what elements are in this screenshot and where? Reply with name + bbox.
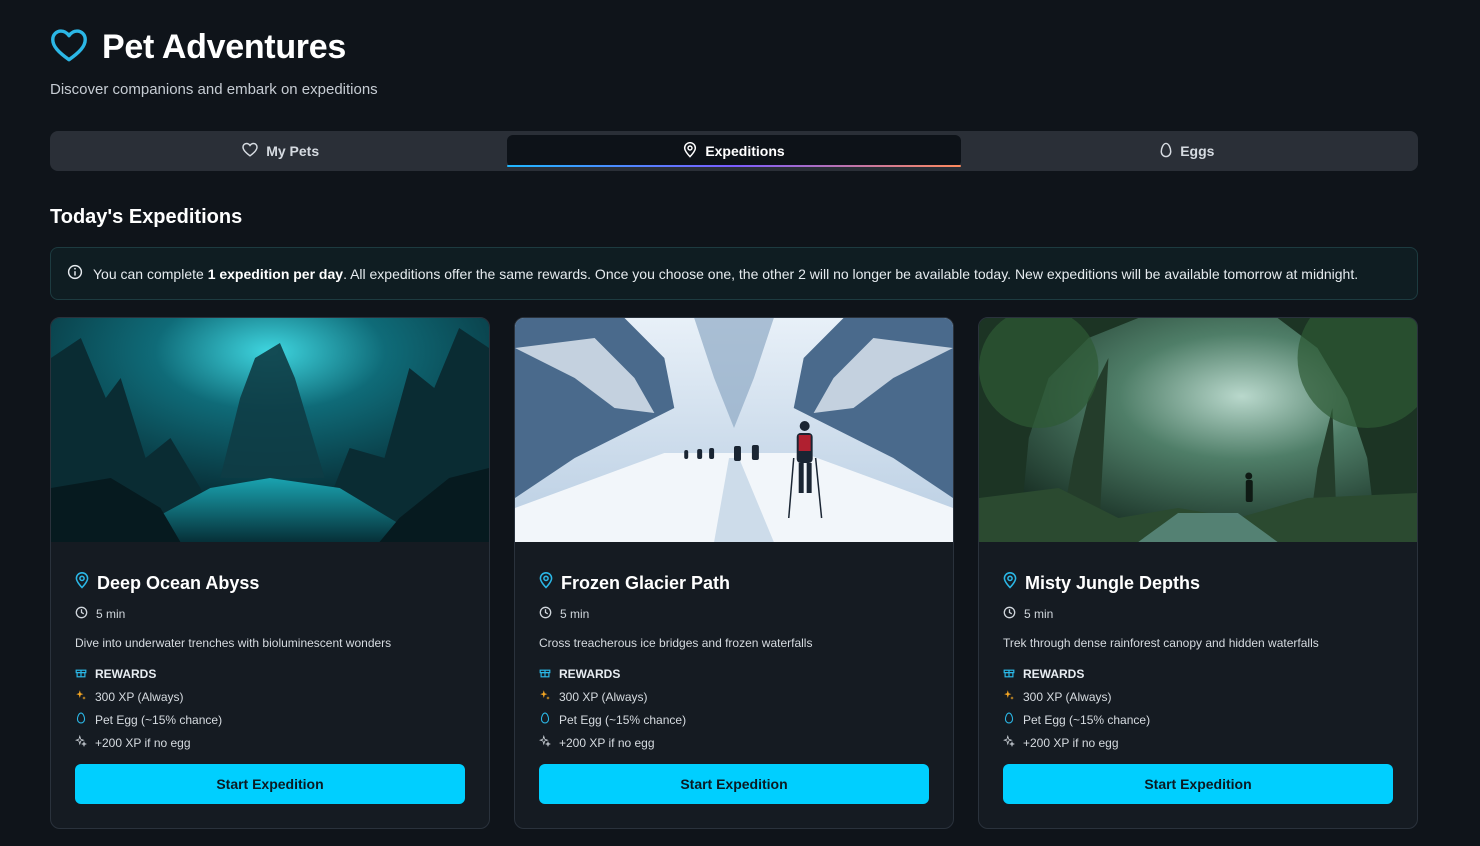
expedition-title: Misty Jungle Depths: [1003, 572, 1393, 594]
start-expedition-button[interactable]: Start Expedition: [1003, 764, 1393, 804]
egg-icon: [1160, 142, 1172, 161]
map-pin-icon: [1003, 572, 1017, 594]
gift-icon: [75, 666, 87, 681]
expedition-cards: Deep Ocean Abyss 5 min Dive into underwa…: [50, 317, 1418, 829]
tab-label: Eggs: [1180, 143, 1215, 159]
expedition-title: Frozen Glacier Path: [539, 572, 929, 594]
map-pin-icon: [75, 572, 89, 594]
sparkle-icon: [538, 734, 551, 750]
expedition-card-jungle: Misty Jungle Depths 5 min Trek through d…: [978, 317, 1418, 829]
expedition-title: Deep Ocean Abyss: [75, 572, 465, 594]
expedition-card-glacier: Frozen Glacier Path 5 min Cross treacher…: [514, 317, 954, 829]
expedition-description: Dive into underwater trenches with biolu…: [75, 636, 392, 650]
rewards-heading: REWARDS: [75, 666, 465, 681]
expedition-description: Cross treacherous ice bridges and frozen…: [539, 636, 813, 650]
reward-item: +200 XP if no egg: [74, 734, 465, 750]
map-pin-icon: [539, 572, 553, 594]
sparkle-icon: [1002, 734, 1015, 750]
gift-icon: [1003, 666, 1015, 681]
rewards-heading: REWARDS: [539, 666, 929, 681]
reward-item: Pet Egg (~15% chance): [1003, 712, 1393, 727]
page-header: Pet Adventures Discover companions and e…: [50, 28, 378, 98]
reward-item: Pet Egg (~15% chance): [75, 712, 465, 727]
section-title: Today's Expeditions: [50, 206, 243, 228]
title-row: Pet Adventures: [50, 28, 378, 67]
reward-item: 300 XP (Always): [75, 689, 465, 704]
start-expedition-button[interactable]: Start Expedition: [539, 764, 929, 804]
reward-item: +200 XP if no egg: [1002, 734, 1393, 750]
ocean-image: [51, 318, 489, 542]
egg-icon: [1003, 712, 1015, 727]
tab-my-pets[interactable]: My Pets: [54, 135, 507, 167]
clock-icon: [1003, 606, 1016, 622]
page-subtitle: Discover companions and embark on expedi…: [50, 81, 378, 98]
tab-label: Expeditions: [705, 143, 785, 159]
expedition-description: Trek through dense rainforest canopy and…: [1003, 636, 1319, 650]
page-title: Pet Adventures: [102, 28, 346, 66]
reward-item: +200 XP if no egg: [538, 734, 929, 750]
sparkle-icon: [1003, 689, 1015, 704]
reward-item: 300 XP (Always): [539, 689, 929, 704]
notice-text: You can complete 1 expedition per day. A…: [93, 265, 1359, 282]
notice-bold: 1 expedition per day: [207, 265, 344, 282]
map-pin-icon: [683, 141, 697, 161]
jungle-image: [979, 318, 1417, 542]
duration: 5 min: [1003, 606, 1393, 622]
start-expedition-button[interactable]: Start Expedition: [75, 764, 465, 804]
tab-expeditions[interactable]: Expeditions: [507, 135, 961, 167]
info-notice: You can complete 1 expedition per day. A…: [50, 247, 1418, 300]
duration: 5 min: [75, 606, 465, 622]
info-icon: [67, 264, 83, 283]
duration: 5 min: [539, 606, 929, 622]
tab-eggs[interactable]: Eggs: [961, 135, 1414, 167]
rewards-heading: REWARDS: [1003, 666, 1393, 681]
expedition-card-ocean: Deep Ocean Abyss 5 min Dive into underwa…: [50, 317, 490, 829]
egg-icon: [539, 712, 551, 727]
gift-icon: [539, 666, 551, 681]
heart-icon: [50, 28, 88, 67]
tab-bar: My Pets Expeditions Eggs: [50, 131, 1418, 171]
glacier-image: [515, 318, 953, 542]
egg-icon: [75, 712, 87, 727]
sparkle-icon: [75, 689, 87, 704]
sparkle-icon: [74, 734, 87, 750]
reward-item: 300 XP (Always): [1003, 689, 1393, 704]
tab-label: My Pets: [266, 143, 320, 159]
clock-icon: [539, 606, 552, 622]
clock-icon: [75, 606, 88, 622]
reward-item: Pet Egg (~15% chance): [539, 712, 929, 727]
sparkle-icon: [539, 689, 551, 704]
heart-icon: [242, 142, 258, 160]
